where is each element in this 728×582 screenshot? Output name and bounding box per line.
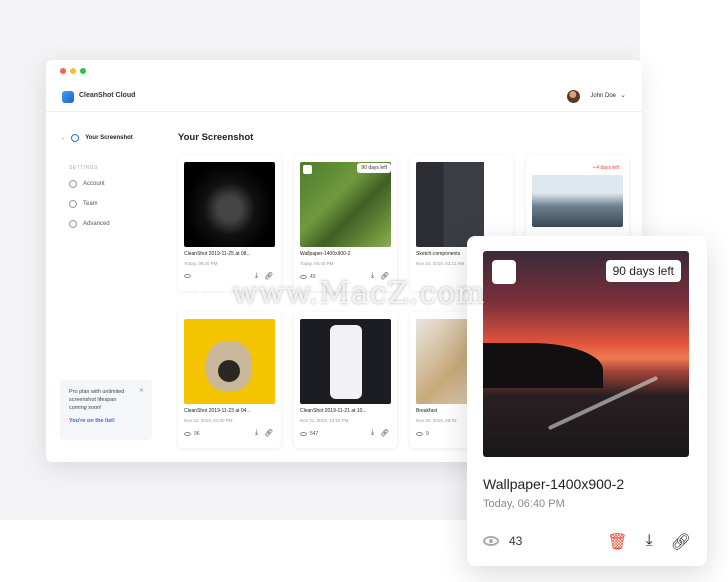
sidebar-item-label: Advanced (83, 221, 110, 227)
screenshot-thumbnail[interactable] (184, 162, 275, 247)
download-icon[interactable]: ⤓ (646, 532, 653, 552)
select-checkbox[interactable] (303, 165, 312, 174)
screenshot-thumbnail[interactable] (416, 162, 507, 247)
cleanshot-logo-icon (62, 91, 74, 103)
download-icon[interactable]: ⤓ (371, 429, 374, 437)
screenshot-preview[interactable]: 90 days left (483, 251, 689, 457)
promo-text: Pro plan with unlimited screenshot lifes… (69, 389, 125, 411)
views-value: 96 (194, 431, 200, 437)
link-icon[interactable]: 🔗︎ (264, 429, 273, 437)
promo-box: Pro plan with unlimited screenshot lifes… (60, 380, 152, 440)
title-bar (46, 60, 642, 82)
pug-image (206, 341, 252, 391)
select-checkbox[interactable] (492, 260, 516, 284)
card-name: CleanShot 2019-11-23 at 04... (184, 408, 251, 414)
screenshot-card[interactable]: 90 days left Wallpaper-1400x900-2 Today,… (294, 155, 397, 291)
sidebar-item-label: Team (83, 201, 98, 207)
chevron-down-icon: ⌄ (61, 135, 66, 141)
cloud-icon (71, 134, 80, 142)
card-actions: ⤓ 🔗︎ (255, 429, 273, 437)
landscape-silhouette (483, 343, 603, 388)
app-title: CleanShot Cloud (79, 92, 136, 99)
trash-icon[interactable]: 🗑︎ (607, 532, 627, 552)
screenshot-name: Wallpaper-1400x900-2 (483, 476, 625, 492)
screenshot-card[interactable]: CleanShot 2019-11-25 at 08... Today, 09:… (178, 155, 281, 291)
eye-icon (184, 432, 191, 436)
expiry-badge: 90 days left (357, 163, 391, 173)
watermark-text: www.MacZ.com (232, 276, 486, 311)
card-name: CleanShot 2019-11-21 at 10... (300, 408, 367, 414)
app-header: CleanShot Cloud John Doe ⌄ (46, 82, 642, 112)
settings-section-label: SETTINGS (69, 165, 99, 171)
screenshot-thumbnail[interactable] (532, 175, 623, 227)
card-date: Nov 23, 2019, 04:00 PM (184, 418, 233, 423)
watermark: www.MacZ.com (198, 276, 486, 311)
card-name: Wallpaper-1400x900-2 (300, 251, 351, 257)
card-date: Today, 06:40 PM (300, 261, 334, 266)
views-count (184, 274, 194, 278)
card-date: Nov 24, 2019, 03:11 AM (416, 261, 464, 266)
card-date: Nov 21, 2019, 10:50 PM (300, 418, 349, 423)
screenshot-card[interactable]: CleanShot 2019-11-21 at 10... Nov 21, 20… (294, 312, 397, 448)
close-icon[interactable]: ✕ (139, 387, 144, 394)
sidebar: ⌄ Your Screenshot SETTINGS Account Team … (46, 112, 166, 462)
expiry-badge: • 4 days left (593, 165, 619, 171)
views-value: 547 (310, 431, 319, 437)
views-count: 96 (184, 431, 200, 437)
close-window-button[interactable] (60, 68, 66, 74)
page-title: Your Screenshot (178, 132, 254, 143)
user-name[interactable]: John Doe (590, 93, 616, 99)
avatar[interactable] (567, 90, 580, 103)
views-value: 9 (426, 431, 429, 437)
screenshot-thumbnail[interactable] (184, 319, 275, 404)
chevron-down-icon[interactable]: ⌄ (620, 91, 626, 99)
eye-icon (483, 536, 499, 546)
account-icon (69, 180, 77, 188)
maximize-window-button[interactable] (80, 68, 86, 74)
sidebar-item-team[interactable]: Team (69, 200, 98, 208)
download-icon[interactable]: ⤓ (255, 429, 258, 437)
sidebar-item-advanced[interactable]: Advanced (69, 220, 110, 228)
detail-actions: 🗑︎ ⤓ 🔗︎ (607, 532, 691, 552)
card-date: Today, 09:20 PM (184, 261, 218, 266)
card-name: CleanShot 2019-11-25 at 08... (184, 251, 251, 257)
card-actions: ⤓ 🔗︎ (371, 429, 389, 437)
screenshot-detail-card[interactable]: 90 days left Wallpaper-1400x900-2 Today,… (467, 236, 707, 566)
phone-image (330, 325, 362, 399)
sidebar-item-your-screenshot[interactable]: ⌄ Your Screenshot (61, 134, 133, 142)
team-icon (69, 200, 77, 208)
screenshot-card[interactable]: CleanShot 2019-11-23 at 04... Nov 23, 20… (178, 312, 281, 448)
promo-link[interactable]: You're on the list! (69, 418, 143, 424)
expiry-badge: 90 days left (605, 260, 681, 282)
views-count: 43 (483, 534, 522, 548)
sidebar-item-label: Your Screenshot (85, 135, 133, 141)
advanced-icon (69, 220, 77, 228)
screenshot-date: Today, 06:40 PM (483, 498, 565, 510)
eye-icon (184, 274, 191, 278)
views-value: 43 (509, 534, 523, 548)
views-count: 547 (300, 431, 318, 437)
screenshot-thumbnail[interactable] (300, 162, 391, 247)
eye-icon (300, 432, 307, 436)
watermark-logo-icon (198, 280, 228, 310)
link-icon[interactable]: 🔗︎ (671, 532, 691, 552)
minimize-window-button[interactable] (70, 68, 76, 74)
sidebar-item-label: Account (83, 181, 105, 187)
link-icon[interactable]: 🔗︎ (380, 429, 389, 437)
card-date: Nov 20, 2019, 08:33 (416, 418, 457, 423)
screenshot-thumbnail[interactable] (300, 319, 391, 404)
sidebar-item-account[interactable]: Account (69, 180, 105, 188)
views-count: 9 (416, 431, 429, 437)
expiry-badge-text: 4 days left (596, 165, 619, 171)
eye-icon (416, 432, 423, 436)
